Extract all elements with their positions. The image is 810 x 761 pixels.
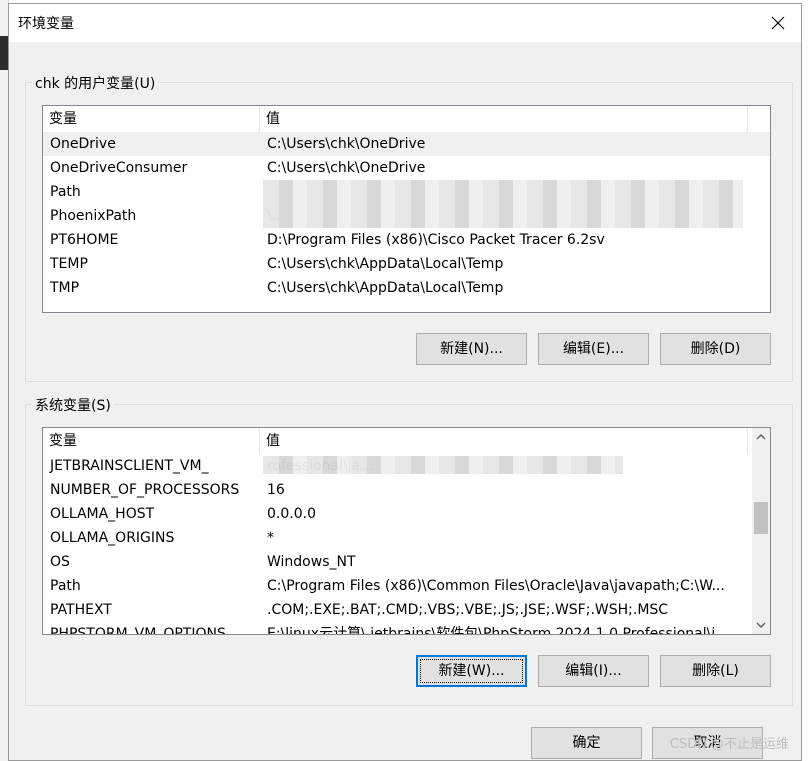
table-row[interactable]: Path C:\Program Files (x86)\Common Files\…	[43, 574, 770, 598]
window-title: 环境变量	[18, 16, 74, 32]
environment-variables-dialog: 环境变量 chk 的用户变量(U) 变量 值 OneDrive C:\Users\…	[8, 3, 802, 761]
user-delete-button[interactable]: 删除(D)	[660, 333, 771, 365]
variable-value: C:\Program Files (x86)\Common Files\Orac…	[267, 578, 725, 594]
watermark: CSDN @不止是运维	[669, 737, 789, 752]
variable-name: OLLAMA_ORIGINS	[50, 530, 175, 546]
variable-name: PT6HOME	[50, 232, 119, 248]
system-variables-list[interactable]: 变量 值 JETBRAINSCLIENT_VM_rofessional\ja..…	[42, 427, 771, 635]
system-rows: JETBRAINSCLIENT_VM_rofessional\ja...NUMB…	[43, 454, 770, 635]
variable-value: E:\linux云计算\.jetbrains\软件包\PhpStorm 2024…	[267, 626, 729, 635]
variable-name: TMP	[50, 280, 80, 296]
system-edit-button[interactable]: 编辑(I)...	[538, 655, 649, 687]
variable-value: C:\Users\chk\OneDrive	[267, 136, 426, 152]
redacted-area	[263, 456, 623, 474]
table-row[interactable]: PHPSTORM_VM_OPTIONS E:\linux云计算\.jetbrain…	[43, 622, 770, 635]
close-icon	[771, 16, 785, 30]
table-row[interactable]: OneDrive C:\Users\chk\OneDrive	[43, 132, 770, 156]
scroll-thumb[interactable]	[754, 502, 768, 534]
header-value[interactable]: 值	[260, 428, 748, 454]
variable-value: 16	[267, 482, 285, 498]
user-edit-button[interactable]: 编辑(E)...	[538, 333, 649, 365]
scroll-down-button[interactable]	[752, 616, 770, 634]
variable-name: TEMP	[50, 256, 88, 272]
table-row[interactable]: TEMP C:\Users\chk\AppData\Local\Temp	[43, 252, 770, 276]
user-variables-list[interactable]: 变量 值 OneDrive C:\Users\chk\OneDrive OneDri…	[42, 105, 771, 313]
background-mark	[0, 36, 8, 70]
title-bar: 环境变量	[9, 4, 801, 42]
user-new-button[interactable]: 新建(N)...	[416, 333, 527, 365]
table-row[interactable]: OLLAMA_ORIGINS *	[43, 526, 770, 550]
variable-value: 0.0.0.0	[267, 506, 316, 522]
variable-name: NUMBER_OF_PROCESSORS	[50, 482, 240, 498]
variable-value: Windows_NT	[267, 554, 356, 570]
variable-value: C:\Users\chk\AppData\Local\Temp	[267, 256, 504, 272]
system-delete-button[interactable]: 删除(L)	[660, 655, 771, 687]
system-new-button[interactable]: 新建(W)...	[416, 655, 527, 687]
system-list-scrollbar[interactable]	[752, 428, 770, 634]
table-row[interactable]: NUMBER_OF_PROCESSORS 16	[43, 478, 770, 502]
header-name[interactable]: 变量	[43, 106, 260, 132]
scroll-up-button[interactable]	[752, 428, 770, 446]
variable-name: Path	[50, 184, 81, 200]
system-variables-label: 系统变量(S)	[32, 395, 114, 415]
table-row[interactable]: OLLAMA_HOST 0.0.0.0	[43, 502, 770, 526]
variable-name: PhoenixPath	[50, 208, 137, 224]
table-row[interactable]: PT6HOME D:\Program Files (x86)\Cisco Pack…	[43, 228, 770, 252]
table-row[interactable]: OS Windows_NT	[43, 550, 770, 574]
table-row[interactable]: PATHEXT .COM;.EXE;.BAT;.CMD;.VBS;.VBE;.JS…	[43, 598, 770, 622]
list-header: 变量 值	[43, 106, 770, 132]
variable-value: D:\Program Files (x86)\Cisco Packet Trac…	[267, 232, 605, 248]
header-name[interactable]: 变量	[43, 428, 260, 454]
variable-name: OneDriveConsumer	[50, 160, 188, 176]
variable-value: C:\Users\chk\OneDrive	[267, 160, 426, 176]
table-row[interactable]: TMP C:\Users\chk\AppData\Local\Temp	[43, 276, 770, 300]
user-variables-label: chk 的用户变量(U)	[32, 73, 159, 93]
table-row[interactable]: OneDriveConsumer C:\Users\chk\OneDrive	[43, 156, 770, 180]
chevron-down-icon	[756, 622, 766, 628]
variable-name: OS	[50, 554, 70, 570]
variable-name: OLLAMA_HOST	[50, 506, 155, 522]
variable-value: .COM;.EXE;.BAT;.CMD;.VBS;.VBE;.JS;.JSE;.…	[267, 602, 669, 618]
system-variables-group: 系统变量(S) 变量 值 JETBRAINSCLIENT_VM_rofessio…	[25, 395, 793, 706]
redacted-area	[263, 180, 743, 228]
variable-value: *	[267, 530, 274, 546]
close-button[interactable]	[755, 4, 801, 42]
chevron-up-icon	[756, 434, 766, 440]
user-variables-group: chk 的用户变量(U) 变量 值 OneDrive C:\Users\chk\O…	[25, 73, 793, 382]
ok-button[interactable]: 确定	[531, 727, 642, 759]
variable-name: JETBRAINSCLIENT_VM_	[50, 458, 209, 474]
variable-name: PATHEXT	[50, 602, 112, 618]
variable-value: C:\Users\chk\AppData\Local\Temp	[267, 280, 504, 296]
variable-name: Path	[50, 578, 81, 594]
header-value[interactable]: 值	[260, 106, 748, 132]
variable-name: OneDrive	[50, 136, 116, 152]
list-header: 变量 值	[43, 428, 770, 454]
variable-name: PHPSTORM_VM_OPTIONS	[50, 626, 226, 635]
